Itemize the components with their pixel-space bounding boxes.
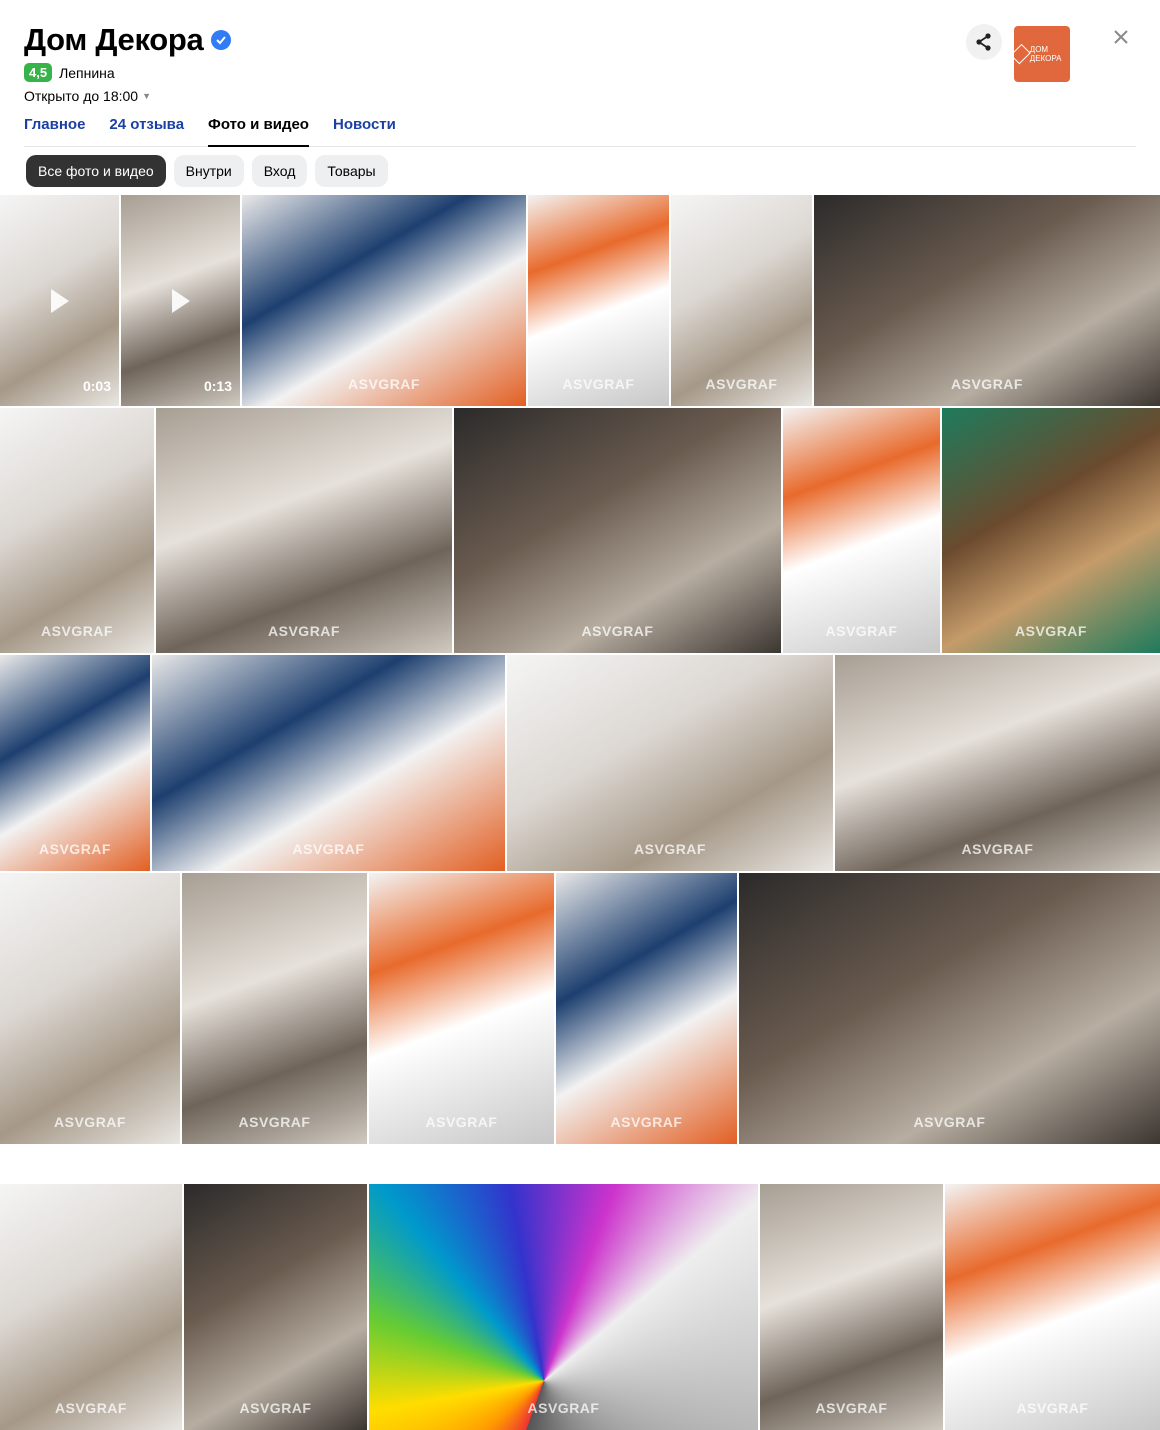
share-button[interactable] [966, 24, 1002, 60]
photo-thumbnail[interactable]: ASVGRAF [156, 408, 452, 653]
logo-mark-icon [1010, 43, 1031, 65]
photo-thumbnail[interactable]: ASVGRAF [369, 873, 554, 1144]
photo-watermark: ASVGRAF [239, 1400, 312, 1416]
photo-watermark: ASVGRAF [425, 1114, 498, 1130]
chip-inside[interactable]: Внутри [173, 155, 244, 187]
photo-watermark: ASVGRAF [815, 1400, 888, 1416]
photo-thumbnail[interactable]: ASVGRAF [739, 873, 1160, 1144]
photo-thumbnail[interactable]: ASVGRAF [671, 195, 812, 406]
chip-entrance[interactable]: Вход [251, 155, 308, 187]
photo-thumbnail[interactable]: ASVGRAF [945, 1184, 1160, 1430]
video-duration: 0:13 [203, 378, 232, 394]
video-thumbnail[interactable]: 0:03 [0, 195, 119, 406]
photo-watermark: ASVGRAF [268, 623, 340, 639]
photo-thumbnail[interactable]: ASVGRAF [0, 873, 180, 1144]
place-title: Дом Декора [24, 22, 204, 57]
play-icon [171, 288, 190, 313]
chip-all-photos[interactable]: Все фото и видео [26, 155, 166, 187]
photo-thumbnail[interactable]: ASVGRAF [783, 408, 940, 653]
photo-watermark: ASVGRAF [238, 1114, 311, 1130]
photo-watermark: ASVGRAF [951, 376, 1023, 392]
photo-watermark: ASVGRAF [39, 841, 111, 857]
photo-thumbnail[interactable]: ASVGRAF [528, 195, 669, 406]
video-duration: 0:03 [82, 378, 111, 394]
photo-watermark: ASVGRAF [348, 376, 420, 392]
photo-watermark: ASVGRAF [610, 1114, 683, 1130]
photo-watermark: ASVGRAF [292, 841, 365, 857]
photo-watermark: ASVGRAF [825, 623, 898, 639]
photo-thumbnail[interactable]: ASVGRAF [814, 195, 1160, 406]
photo-watermark: ASVGRAF [705, 376, 778, 392]
play-icon [50, 288, 69, 313]
photo-watermark: ASVGRAF [562, 376, 635, 392]
chevron-down-icon: ▼ [142, 91, 152, 101]
logo-text: ДОМ ДЕКОРА [1029, 45, 1062, 63]
photo-watermark: ASVGRAF [634, 841, 706, 857]
tab-bar: Главное 24 отзыва Фото и видео Новости [24, 116, 1136, 147]
tab-main[interactable]: Главное [24, 116, 85, 146]
close-icon [1114, 30, 1128, 44]
photo-thumbnail[interactable]: ASVGRAF [454, 408, 781, 653]
photo-watermark: ASVGRAF [913, 1114, 986, 1130]
rating-row: 4,5 Лепнина [24, 63, 115, 82]
photo-thumbnail[interactable]: ASVGRAF [242, 195, 526, 406]
photo-thumbnail[interactable]: ASVGRAF [942, 408, 1160, 653]
photo-watermark: ASVGRAF [55, 1400, 127, 1416]
photo-filter-chips: Все фото и видео Внутри Вход Товары [26, 155, 388, 187]
place-title-row: Дом Декора [24, 22, 232, 58]
close-button[interactable] [1110, 26, 1132, 48]
hours-status[interactable]: Открыто до 18:00 ▼ [24, 88, 151, 104]
photo-watermark: ASVGRAF [54, 1114, 126, 1130]
company-logo[interactable]: ДОМ ДЕКОРА [1010, 26, 1070, 82]
photo-watermark: ASVGRAF [41, 623, 113, 639]
tab-photos-videos[interactable]: Фото и видео [208, 116, 309, 147]
chip-products[interactable]: Товары [315, 155, 388, 187]
photo-thumbnail[interactable]: ASVGRAF [182, 873, 367, 1144]
photo-thumbnail[interactable]: ASVGRAF [0, 655, 150, 871]
rating-badge: 4,5 [24, 63, 53, 82]
gallery-divider [0, 1144, 1160, 1184]
photo-thumbnail[interactable]: ASVGRAF [760, 1184, 943, 1430]
photo-thumbnail[interactable]: ASVGRAF [556, 873, 737, 1144]
verified-icon [211, 30, 232, 50]
hours-text: Открыто до 18:00 [24, 88, 139, 104]
photo-watermark: ASVGRAF [1016, 1400, 1089, 1416]
photo-watermark: ASVGRAF [527, 1400, 600, 1416]
photo-thumbnail[interactable]: ASVGRAF [184, 1184, 367, 1430]
photo-thumbnail[interactable]: ASVGRAF [835, 655, 1160, 871]
video-thumbnail[interactable]: 0:13 [121, 195, 240, 406]
photo-thumbnail[interactable]: ASVGRAF [507, 655, 833, 871]
photo-thumbnail[interactable]: ASVGRAF [0, 408, 154, 653]
tab-news[interactable]: Новости [333, 116, 396, 146]
category-label[interactable]: Лепнина [59, 65, 115, 81]
photo-watermark: ASVGRAF [961, 841, 1034, 857]
photo-watermark: ASVGRAF [1015, 623, 1087, 639]
place-header: Дом Декора 4,5 Лепнина Открыто до 18:00 … [0, 0, 1160, 195]
photo-watermark: ASVGRAF [581, 623, 654, 639]
photo-gallery: 0:03 0:13 ASVGRAF ASVGRAF ASVGRAF ASVGRA… [0, 195, 1160, 1430]
photo-thumbnail[interactable]: ASVGRAF [0, 1184, 182, 1430]
share-icon [976, 33, 991, 51]
photo-thumbnail[interactable]: ASVGRAF [369, 1184, 758, 1430]
tab-reviews[interactable]: 24 отзыва [109, 116, 184, 146]
photo-thumbnail[interactable]: ASVGRAF [152, 655, 505, 871]
